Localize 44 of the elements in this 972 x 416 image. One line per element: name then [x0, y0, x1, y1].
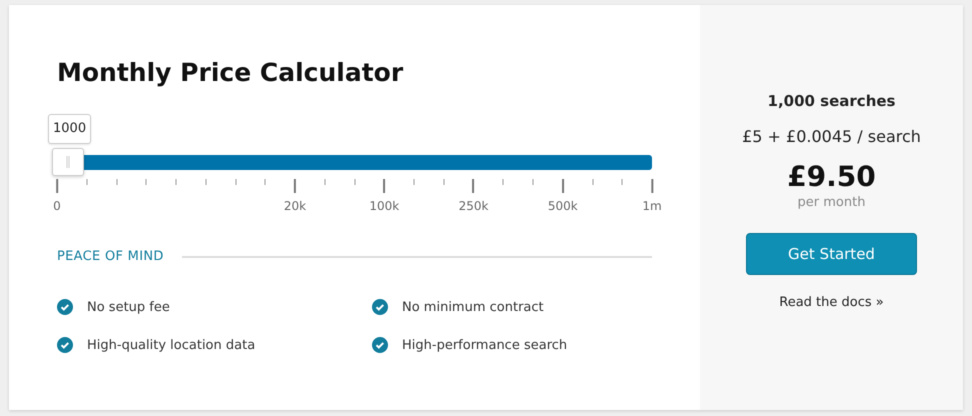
minor-tick	[443, 179, 444, 185]
check-circle-icon	[372, 299, 388, 315]
minor-tick	[532, 179, 534, 185]
search-count: 1,000 searches	[768, 92, 896, 110]
minor-tick	[324, 179, 326, 185]
scale-label: 500k	[548, 199, 578, 213]
minor-tick	[86, 179, 88, 185]
feature-label: High-quality location data	[87, 338, 256, 352]
price-formula: £5 + £0.0045 / search	[742, 127, 921, 146]
scale-label: 100k	[369, 199, 400, 213]
major-tick	[383, 179, 386, 193]
minor-tick	[264, 179, 266, 185]
minor-tick	[116, 179, 117, 185]
monthly-price: £9.50	[787, 160, 876, 193]
scale-label: 1m	[642, 199, 662, 213]
minor-tick	[205, 179, 206, 185]
feature-label: High-performance search	[402, 338, 568, 352]
get-started-button[interactable]: Get Started	[746, 233, 917, 275]
check-circle-icon	[57, 299, 73, 315]
calculator-title: Monthly Price Calculator	[57, 57, 404, 89]
value-bubble: 1000	[48, 114, 92, 144]
major-tick	[651, 179, 653, 193]
minor-tick	[592, 179, 593, 185]
docs-link[interactable]: Read the docs »	[779, 295, 884, 310]
scale-label: 0	[53, 199, 61, 213]
major-tick	[294, 179, 296, 193]
minor-tick	[146, 179, 147, 185]
price-slider[interactable]	[52, 148, 652, 176]
scale-label: 250k	[458, 199, 488, 213]
major-tick	[472, 179, 474, 193]
feature-label: No minimum contract	[402, 300, 544, 314]
minor-tick	[622, 179, 623, 185]
slider-thumb[interactable]	[52, 148, 84, 176]
minor-tick	[502, 179, 504, 185]
check-circle-icon	[372, 337, 388, 353]
feature-label: No setup fee	[87, 300, 170, 314]
major-tick	[56, 179, 58, 193]
minor-tick	[354, 179, 355, 185]
major-tick	[562, 179, 564, 193]
scale-label: 20k	[284, 199, 306, 213]
price-period: per month	[798, 195, 866, 210]
check-circle-icon	[57, 337, 73, 353]
section-heading: PEACE OF MIND	[57, 249, 164, 264]
minor-tick	[235, 179, 236, 185]
